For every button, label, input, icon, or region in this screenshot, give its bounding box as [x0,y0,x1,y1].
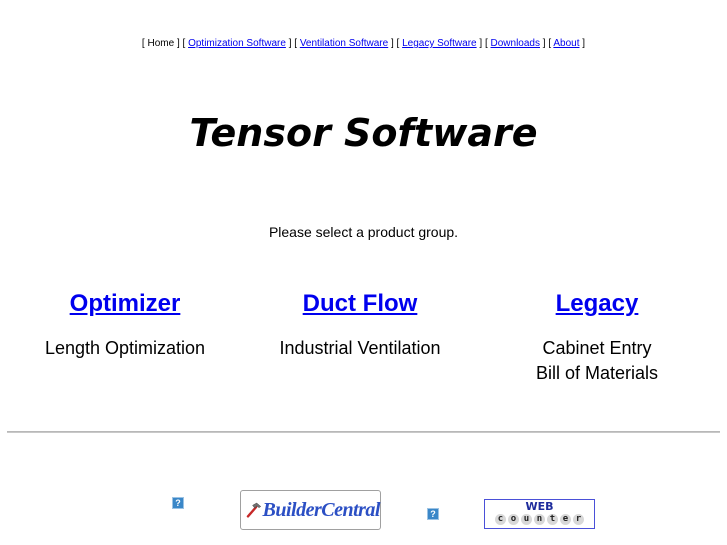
duct-flow-description: Industrial Ventilation [240,336,480,361]
description-line: Length Optimization [44,338,206,358]
nav-link-ventilation-software[interactable]: Ventilation Software [300,38,388,49]
nav-item-legacy: [ Legacy Software ] [396,38,483,49]
counter-letter: t [547,514,558,525]
optimizer-link[interactable]: Optimizer [70,288,181,320]
counter-letter: c [495,514,506,525]
web-counter-badge[interactable]: WEB counter [484,499,595,529]
counter-letter: n [534,514,545,525]
product-group-optimizer: Optimizer Length Optimization [5,288,245,361]
top-navigation: [ Home ] [ Optimization Software ] [ Ven… [0,37,727,50]
product-group-duct-flow: Duct Flow Industrial Ventilation [240,288,480,361]
nav-link-legacy-software[interactable]: Legacy Software [402,38,477,49]
nav-link-downloads[interactable]: Downloads [491,38,540,49]
legacy-description: Cabinet Entry Bill of Materials [477,336,717,386]
web-counter-letters: counter [485,513,594,525]
description-line: Industrial Ventilation [279,338,441,358]
horizontal-divider [7,431,720,433]
builder-central-badge[interactable]: BuilderCentral [240,490,381,530]
page-title: Tensor Software [189,111,538,155]
nav-item-optimization: [ Optimization Software ] [182,38,292,49]
select-prompt: Please select a product group. [268,224,459,240]
hammer-icon [246,502,262,518]
builder-central-text: BuilderCentral [262,498,381,521]
legacy-link[interactable]: Legacy [556,288,639,320]
nav-item-downloads: [ Downloads ] [484,38,546,49]
optimizer-description: Length Optimization [5,336,245,361]
counter-letter: u [521,514,532,525]
broken-image-icon[interactable]: ? [427,508,439,520]
nav-item-ventilation: [ Ventilation Software ] [294,38,394,49]
counter-letter: o [508,514,519,525]
product-group-legacy: Legacy Cabinet Entry Bill of Materials [477,288,717,386]
duct-flow-link[interactable]: Duct Flow [303,288,418,320]
nav-item-home: [ Home ] [141,38,180,49]
counter-letter: r [573,514,584,525]
description-line: Bill of Materials [535,363,659,383]
broken-image-icon[interactable]: ? [172,497,184,509]
nav-link-optimization-software[interactable]: Optimization Software [188,38,286,49]
nav-item-about: [ About ] [548,38,586,49]
description-line: Cabinet Entry [542,338,652,358]
web-counter-title: WEB [525,500,554,513]
nav-link-about[interactable]: About [553,38,579,49]
counter-letter: e [560,514,571,525]
